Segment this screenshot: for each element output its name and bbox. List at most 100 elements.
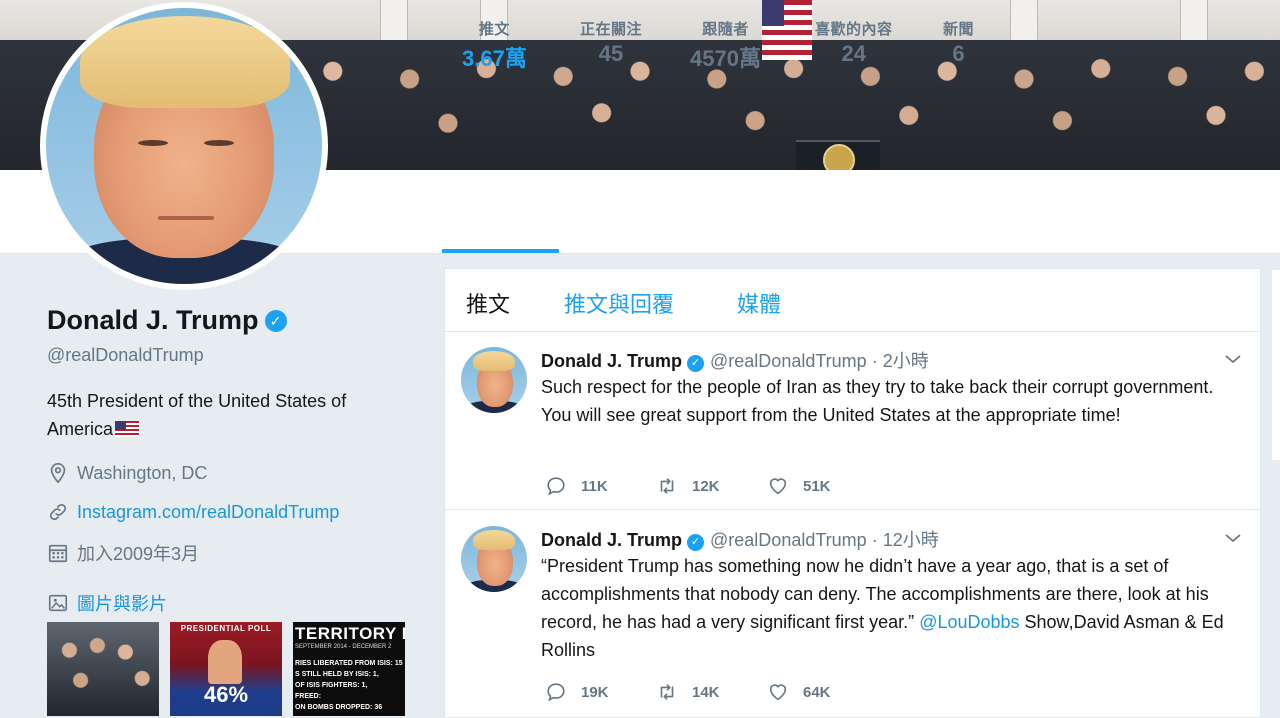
stat-label: 正在關注	[580, 21, 643, 38]
heart-icon	[769, 478, 787, 495]
retweet-action[interactable]: 14K	[656, 681, 767, 703]
active-stat-underline	[442, 249, 559, 253]
tweet-text: Such respect for the people of Iran as t…	[541, 373, 1241, 429]
retweet-count: 14K	[692, 683, 720, 701]
thumb-person	[208, 640, 242, 684]
chevron-down-icon[interactable]	[1223, 528, 1243, 548]
tweet-actions: 11K 12K 51K	[545, 475, 878, 497]
reply-icon	[547, 683, 565, 702]
timeline: 推文 推文與回覆 媒體 Donald J. Trump ✓ @realDonaldT…	[444, 268, 1261, 718]
location-pin-icon	[50, 463, 66, 484]
thumb-subtitle: SEPTEMBER 2014 - DECEMBER 2	[295, 644, 392, 650]
tweet-header: Donald J. Trump ✓ @realDonaldTrump · 2小時	[541, 347, 929, 373]
banner-flag	[762, 0, 812, 60]
tweet[interactable]: Donald J. Trump ✓ @realDonaldTrump · 12小時 …	[445, 510, 1260, 717]
photos-videos-label: 圖片與影片	[77, 594, 167, 614]
like-action[interactable]: 51K	[767, 475, 878, 497]
stat-value: 24	[841, 41, 866, 66]
tweet-mention-link[interactable]: @LouDobbs	[919, 612, 1019, 632]
thumb-row: FREED:	[295, 693, 322, 700]
media-thumbnail[interactable]	[47, 622, 159, 716]
profile-name-text: Donald J. Trump	[47, 305, 259, 335]
calendar-icon	[48, 544, 68, 563]
right-edge-panel	[1272, 270, 1280, 460]
thumb-row: RIES LIBERATED FROM ISIS: 15	[295, 660, 403, 667]
thumb-row: OF ISIS FIGHTERS: 1,	[295, 682, 368, 689]
tweet-text: “President Trump has something now he di…	[541, 552, 1241, 664]
chevron-down-icon[interactable]	[1223, 349, 1243, 369]
media-thumbnail[interactable]: TERRITORY I SEPTEMBER 2014 - DECEMBER 2 …	[293, 622, 405, 716]
tweet-avatar[interactable]	[461, 526, 527, 592]
tab-media[interactable]: 媒體	[737, 287, 781, 319]
profile-bio-text: 45th President of the United States of A…	[47, 391, 347, 439]
stat-value: 45	[598, 41, 624, 66]
verified-badge-icon: ✓	[264, 310, 287, 332]
tab-tweets[interactable]: 推文	[466, 287, 510, 319]
tweet-author-name[interactable]: Donald J. Trump	[541, 351, 682, 371]
avatar-eye	[204, 140, 234, 146]
verified-badge-icon: ✓	[687, 534, 705, 551]
thumb-title: TERRITORY I	[295, 624, 405, 643]
stat-label: 新聞	[943, 21, 975, 38]
tweet-author-handle[interactable]: @realDonaldTrump	[710, 530, 867, 550]
tweet-actions: 19K 14K 64K	[545, 681, 878, 703]
image-icon	[48, 594, 68, 612]
stat-followers[interactable]: 跟隨者 4570萬	[690, 18, 761, 73]
profile-handle[interactable]: @realDonaldTrump	[47, 345, 204, 366]
banner-seal	[823, 144, 855, 170]
profile-avatar[interactable]	[40, 2, 328, 290]
media-thumbnail[interactable]: PRESIDENTIAL POLL 46%	[170, 622, 282, 716]
retweet-action[interactable]: 12K	[656, 475, 767, 497]
avatar-mouth	[158, 216, 214, 220]
avatar-hair	[473, 530, 515, 550]
profile-joined: 加入2009年3月	[47, 540, 199, 566]
tweet[interactable]: Donald J. Trump ✓ @realDonaldTrump · 2小時 S…	[445, 331, 1260, 510]
us-flag-emoji-icon	[115, 421, 140, 437]
reply-action[interactable]: 19K	[545, 681, 656, 703]
profile-name[interactable]: Donald J. Trump ✓	[47, 305, 287, 336]
tweet-author-handle[interactable]: @realDonaldTrump	[710, 351, 867, 371]
stat-label: 推文	[478, 21, 510, 38]
reply-count: 19K	[581, 683, 609, 701]
avatar-hair	[473, 351, 515, 371]
timeline-tabs: 推文 推文與回覆 媒體	[445, 269, 1260, 332]
stat-label: 喜歡的內容	[815, 21, 893, 38]
thumb-row: S STILL HELD BY ISIS: 1,	[295, 671, 379, 678]
photos-videos-link[interactable]: 圖片與影片	[47, 590, 167, 616]
tweet-avatar[interactable]	[461, 347, 527, 413]
reply-action[interactable]: 11K	[545, 475, 656, 497]
retweet-icon	[660, 478, 674, 494]
like-count: 51K	[803, 477, 831, 495]
stat-tweets[interactable]: 推文 3.67萬	[462, 18, 527, 73]
avatar-photo	[46, 8, 322, 284]
heart-icon	[769, 684, 787, 701]
reply-icon	[547, 477, 565, 496]
tweet-timestamp[interactable]: · 2小時	[872, 351, 929, 371]
tweet-text-content: Such respect for the people of Iran as t…	[541, 377, 1214, 425]
stat-value: 6	[952, 41, 965, 66]
retweet-icon	[660, 684, 674, 700]
like-action[interactable]: 64K	[767, 681, 878, 703]
stat-value: 3.67萬	[462, 46, 527, 71]
stat-likes[interactable]: 喜歡的內容 24	[815, 18, 893, 67]
link-icon	[49, 503, 67, 521]
joined-text: 加入2009年3月	[77, 544, 200, 564]
stat-value: 4570萬	[690, 46, 761, 71]
tweet-author-name[interactable]: Donald J. Trump	[541, 530, 682, 550]
stat-label: 跟隨者	[702, 21, 749, 38]
thumb-caption: PRESIDENTIAL POLL	[180, 624, 272, 633]
thumb-row: ON BOMBS DROPPED: 36	[295, 704, 383, 711]
website-link[interactable]: Instagram.com/realDonaldTrump	[77, 502, 339, 523]
profile-website[interactable]: Instagram.com/realDonaldTrump	[47, 501, 339, 523]
avatar-hair	[80, 16, 290, 108]
profile-bio: 45th President of the United States of A…	[47, 387, 387, 443]
retweet-count: 12K	[692, 477, 720, 495]
stat-moments[interactable]: 新聞 6	[943, 18, 974, 67]
tweet-timestamp[interactable]: · 12小時	[872, 530, 939, 550]
avatar-eye	[138, 140, 168, 146]
tab-tweets-replies[interactable]: 推文與回覆	[564, 287, 674, 319]
stat-following[interactable]: 正在關注 45	[580, 18, 642, 67]
verified-badge-icon: ✓	[687, 355, 705, 372]
like-count: 64K	[803, 683, 831, 701]
thumb-rows: RIES LIBERATED FROM ISIS: 15 S STILL HEL…	[295, 658, 403, 713]
